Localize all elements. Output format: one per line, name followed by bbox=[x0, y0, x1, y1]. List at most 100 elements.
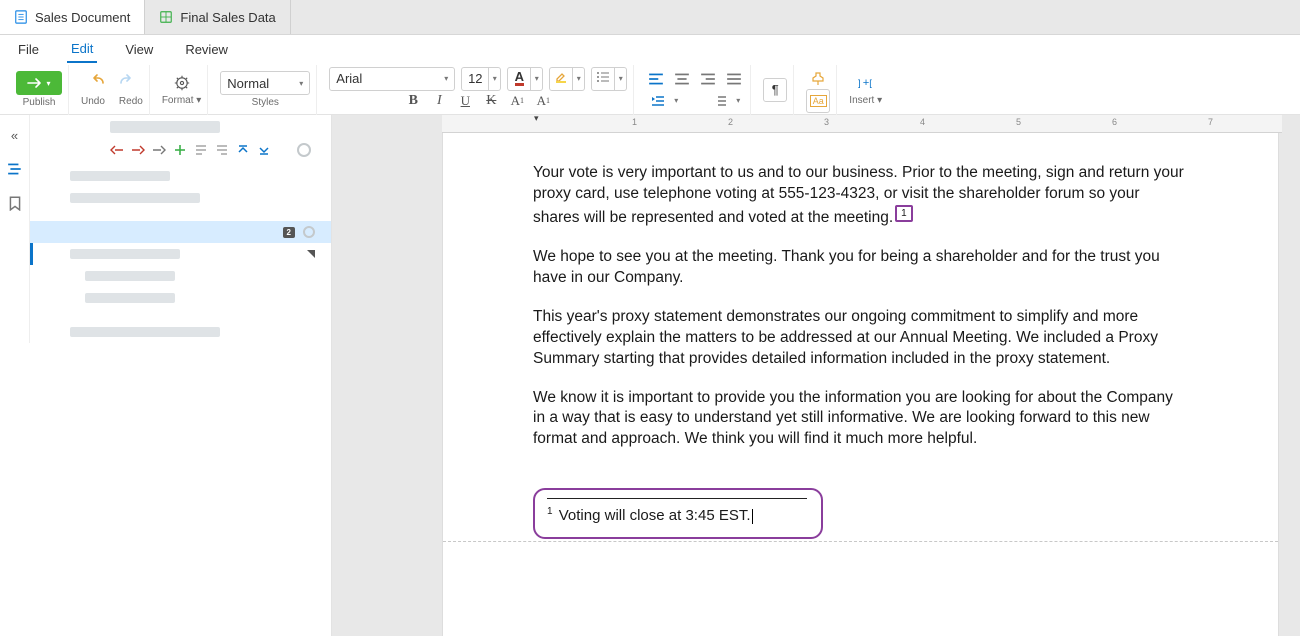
body-paragraph[interactable]: We know it is important to provide you t… bbox=[533, 388, 1188, 451]
toolbar: ▾ Publish Undo Redo Format ▾ bbox=[0, 65, 1300, 115]
highlight-color-button[interactable]: ▾ bbox=[549, 67, 585, 91]
align-center-button[interactable] bbox=[672, 69, 692, 89]
document-tab-bar: Sales Document Final Sales Data bbox=[0, 0, 1300, 34]
caret-down-icon[interactable]: ▾ bbox=[573, 67, 585, 91]
document-page[interactable]: Your vote is very important to us and to… bbox=[443, 133, 1278, 636]
collapse-sidebar-icon[interactable]: « bbox=[5, 125, 25, 145]
footnote-text[interactable]: 1 Voting will close at 3:45 EST. bbox=[547, 505, 809, 526]
indent-align-button[interactable]: ▾ bbox=[646, 89, 682, 113]
font-family-value: Arial bbox=[336, 71, 362, 86]
publish-label: Publish bbox=[23, 97, 56, 108]
format-label[interactable]: Format ▾ bbox=[162, 95, 201, 106]
pilcrow-icon: ¶ bbox=[772, 82, 779, 97]
footnote-area[interactable]: 1 Voting will close at 3:45 EST. bbox=[533, 488, 823, 538]
menu-view[interactable]: View bbox=[121, 37, 157, 62]
styles-label: Styles bbox=[252, 97, 279, 108]
svg-text:]: ] bbox=[858, 78, 861, 89]
insert-button[interactable]: ]+[ bbox=[852, 73, 880, 93]
caret-down-icon[interactable]: ▾ bbox=[615, 67, 627, 91]
superscript-button[interactable]: A1 bbox=[507, 91, 527, 111]
document-tab-sales-document[interactable]: Sales Document bbox=[0, 0, 145, 34]
history-group: Undo Redo bbox=[75, 65, 150, 115]
outline-item[interactable] bbox=[30, 265, 331, 287]
align-justify-button[interactable] bbox=[724, 69, 744, 89]
clear-format-button[interactable]: Aa bbox=[806, 89, 830, 113]
font-group: Arial ▾ 12 ▾ A ▾ ▾ ▾ bbox=[323, 65, 634, 115]
svg-text:[: [ bbox=[869, 78, 872, 89]
spreadsheet-icon bbox=[159, 10, 173, 24]
indent-marker-icon[interactable]: ▾ bbox=[534, 113, 539, 124]
horizontal-ruler[interactable]: ▾ 1 2 3 4 5 6 7 bbox=[442, 115, 1282, 133]
outline-item-active[interactable] bbox=[30, 243, 331, 265]
outline-spacer bbox=[30, 309, 331, 321]
menu-review[interactable]: Review bbox=[181, 37, 232, 62]
indent-right2-icon[interactable] bbox=[152, 143, 166, 157]
font-size-combo[interactable]: 12 ▾ bbox=[461, 67, 501, 91]
outline-item[interactable] bbox=[30, 321, 331, 343]
font-color-button[interactable]: A ▾ bbox=[507, 67, 543, 91]
paragraph-group: ¶ bbox=[757, 65, 794, 115]
body-paragraph[interactable]: This year's proxy statement demonstrates… bbox=[533, 307, 1188, 370]
body-paragraph[interactable]: We hope to see you at the meeting. Thank… bbox=[533, 247, 1188, 289]
editor-viewport: ▾ 1 2 3 4 5 6 7 Your vote is very import… bbox=[332, 115, 1300, 636]
strikethrough-button[interactable]: K bbox=[481, 91, 501, 111]
redo-button[interactable] bbox=[115, 69, 135, 89]
caret-down-icon[interactable]: ▾ bbox=[670, 89, 682, 113]
footnote-separator bbox=[547, 498, 807, 499]
caret-down-icon[interactable]: ▾ bbox=[489, 67, 501, 91]
bookmark-view-icon[interactable] bbox=[5, 193, 25, 213]
svg-text:+: + bbox=[863, 77, 870, 89]
format-group: Format ▾ bbox=[156, 65, 208, 115]
align-left-button[interactable] bbox=[646, 69, 666, 89]
caret-down-icon: ▾ bbox=[444, 74, 448, 83]
outline-item[interactable] bbox=[30, 287, 331, 309]
status-circle-icon[interactable] bbox=[297, 143, 311, 157]
align-right-button[interactable] bbox=[698, 69, 718, 89]
outline-item-selected[interactable]: 2 bbox=[30, 221, 331, 243]
caret-down-icon[interactable]: ▾ bbox=[732, 89, 744, 113]
underline-button[interactable]: U bbox=[455, 91, 475, 111]
publish-group: ▾ Publish bbox=[10, 65, 69, 115]
footnote-reference[interactable]: 1 bbox=[895, 205, 913, 222]
undo-button[interactable] bbox=[89, 69, 109, 89]
publish-button[interactable]: ▾ bbox=[16, 71, 62, 95]
bold-button[interactable]: B bbox=[403, 91, 423, 111]
collapse-up-icon[interactable] bbox=[236, 143, 250, 157]
style-dropdown[interactable]: Normal ▾ bbox=[220, 71, 310, 95]
move-right-icon[interactable] bbox=[215, 143, 229, 157]
insert-label[interactable]: Insert ▾ bbox=[849, 95, 882, 106]
indent-right-icon[interactable] bbox=[131, 143, 145, 157]
style-value: Normal bbox=[227, 76, 269, 91]
bullet-list-button[interactable]: ▾ bbox=[591, 67, 627, 91]
document-tab-label: Final Sales Data bbox=[180, 10, 275, 25]
status-circle-icon[interactable] bbox=[303, 226, 315, 238]
italic-button[interactable]: I bbox=[429, 91, 449, 111]
font-family-dropdown[interactable]: Arial ▾ bbox=[329, 67, 455, 91]
outline-item[interactable] bbox=[30, 165, 331, 187]
caret-down-icon: ▾ bbox=[299, 79, 303, 88]
outline-header bbox=[30, 115, 331, 139]
menu-file[interactable]: File bbox=[14, 37, 43, 62]
sidebar-strip: « bbox=[0, 115, 30, 343]
format-painter-button[interactable] bbox=[808, 69, 828, 89]
ruler-tick: 3 bbox=[824, 117, 829, 127]
subscript-button[interactable]: A1 bbox=[533, 91, 553, 111]
caret-down-icon[interactable]: ▾ bbox=[531, 67, 543, 91]
document-tab-final-sales-data[interactable]: Final Sales Data bbox=[145, 0, 290, 34]
ruler-tick: 4 bbox=[920, 117, 925, 127]
expand-down-icon[interactable] bbox=[257, 143, 271, 157]
move-left-icon[interactable] bbox=[194, 143, 208, 157]
redo-label: Redo bbox=[119, 96, 143, 107]
align-group: ▾ ▾ bbox=[640, 65, 751, 115]
add-item-icon[interactable] bbox=[173, 143, 187, 157]
paragraph-marks-button[interactable]: ¶ bbox=[763, 78, 787, 102]
outline-item[interactable] bbox=[30, 187, 331, 209]
indent-left-icon[interactable] bbox=[110, 143, 124, 157]
body-paragraph[interactable]: Your vote is very important to us and to… bbox=[533, 163, 1188, 229]
styles-group: Normal ▾ Styles bbox=[214, 65, 317, 115]
format-button[interactable] bbox=[169, 73, 195, 93]
numbered-list-button[interactable]: ▾ bbox=[708, 89, 744, 113]
menu-edit[interactable]: Edit bbox=[67, 36, 97, 63]
footnote-number: 1 bbox=[547, 506, 553, 517]
outline-view-icon[interactable] bbox=[5, 159, 25, 179]
